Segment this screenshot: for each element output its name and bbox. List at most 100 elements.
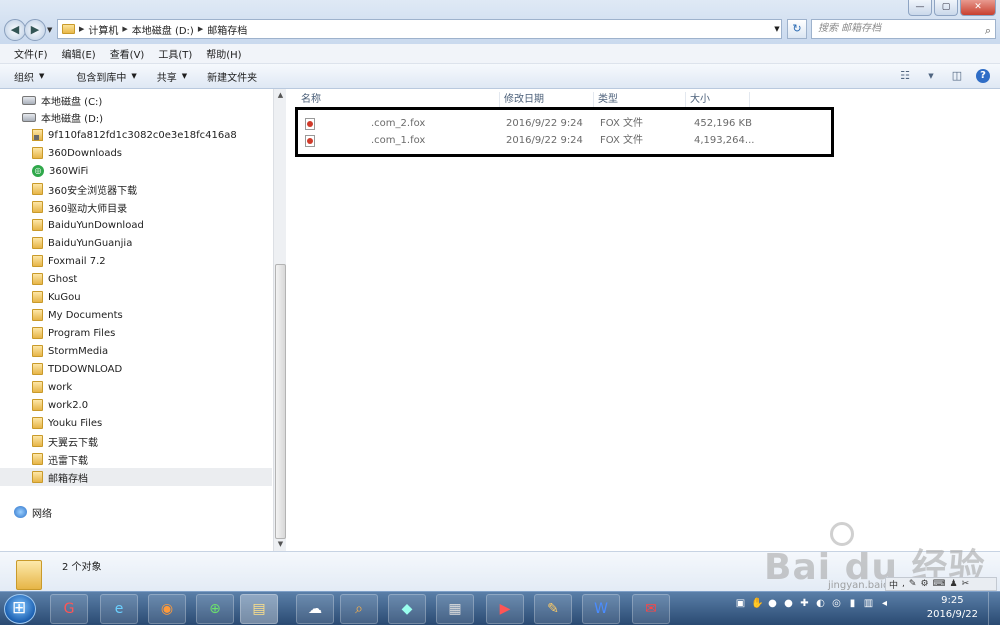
ime-mode[interactable]: 中 [889, 578, 898, 591]
nav-label: 邮箱存档 [48, 473, 88, 485]
nav-folder-item[interactable]: KuGou [0, 288, 272, 306]
tools-icon[interactable]: ✂ [962, 579, 970, 589]
chevron-right-icon[interactable]: ▶ [198, 25, 203, 33]
search-icon[interactable]: ⌕ [985, 22, 991, 40]
nav-folder-item[interactable]: BaiduYunGuanjia [0, 234, 272, 252]
tray-app-icon[interactable]: ✋ [751, 598, 763, 612]
nav-folder-item[interactable]: StormMedia [0, 342, 272, 360]
nav-folder-item[interactable]: 360安全浏览器下载 [0, 180, 272, 198]
pen-icon[interactable]: ✎ [909, 579, 917, 589]
taskbar-search-tool-icon[interactable]: ⌕ [340, 594, 378, 624]
tray-network-icon[interactable]: ▥ [863, 598, 874, 612]
taskbar-app-icon[interactable]: ◆ [388, 594, 426, 624]
nav-folder-item[interactable]: Foxmail 7.2 [0, 252, 272, 270]
nav-folder-item[interactable]: 邮箱存档 [0, 468, 272, 486]
chevron-right-icon[interactable]: ▶ [79, 25, 84, 33]
nav-folder-item[interactable]: Youku Files [0, 414, 272, 432]
taskbar-calculator-icon[interactable]: ▦ [436, 594, 474, 624]
column-name[interactable]: 名称 [297, 92, 500, 108]
nav-folder-item[interactable]: Program Files [0, 324, 272, 342]
column-modified[interactable]: 修改日期 [500, 92, 594, 108]
scroll-down-arrow[interactable]: ▼ [274, 538, 287, 551]
chevron-right-icon[interactable]: ▶ [122, 25, 127, 33]
search-input[interactable]: 搜索 邮箱存档 ⌕ [811, 19, 996, 39]
nav-folder-item[interactable]: My Documents [0, 306, 272, 324]
show-desktop-button[interactable] [988, 592, 1000, 625]
scroll-up-arrow[interactable]: ▲ [274, 89, 287, 102]
nav-item-network[interactable]: 网络 [0, 503, 272, 521]
menu-view[interactable]: 查看(V) [110, 46, 145, 61]
menu-tools[interactable]: 工具(T) [158, 46, 192, 61]
close-button[interactable]: ✕ [960, 0, 996, 16]
chevron-down-icon[interactable]: ▼ [924, 70, 938, 82]
menu-help[interactable]: 帮助(H) [206, 46, 241, 61]
address-field[interactable]: ▶ 计算机 ▶ 本地磁盘 (D:) ▶ 邮箱存档 [57, 19, 782, 39]
breadcrumb-computer[interactable]: 计算机 [88, 22, 118, 37]
nav-folder-item[interactable]: ◎ 360WiFi [0, 162, 272, 180]
tray-app-icon[interactable]: ◎ [831, 598, 842, 612]
tray-volume-icon[interactable]: ◂ [879, 598, 890, 612]
nav-folder-item[interactable]: work [0, 378, 272, 396]
breadcrumb-mail-archive[interactable]: 邮箱存档 [207, 22, 247, 37]
recent-pages-dropdown[interactable]: ▼ [47, 26, 52, 34]
annotation-highlight-box [295, 107, 834, 157]
nav-item-drive-d[interactable]: 本地磁盘 (D:) [0, 108, 272, 126]
minimize-button[interactable]: — [908, 0, 932, 16]
scroll-thumb[interactable] [275, 264, 286, 539]
column-type[interactable]: 类型 [594, 92, 686, 108]
settings-icon[interactable]: ⚙ [920, 579, 928, 589]
menu-file[interactable]: 文件(F) [14, 46, 48, 61]
wifi-icon: ◎ [32, 165, 44, 177]
taskbar-media-player-icon[interactable]: ▶ [486, 594, 524, 624]
punctuation-icon[interactable]: , [902, 579, 905, 589]
start-button[interactable] [4, 594, 36, 624]
taskbar-baidu-netdisk-icon[interactable]: ☁ [296, 594, 334, 624]
share-button[interactable]: 共享 ▼ [157, 69, 187, 84]
taskbar-360-security-icon[interactable]: ⊕ [196, 594, 234, 624]
organize-button[interactable]: 组织 ▼ [14, 69, 44, 84]
maximize-button[interactable]: ▢ [934, 0, 958, 16]
tray-app-icon[interactable]: ◐ [815, 598, 826, 612]
tray-app-icon[interactable]: ● [767, 598, 778, 612]
nav-label: 天翼云下载 [48, 437, 98, 449]
nav-folder-item[interactable]: BaiduYunDownload [0, 216, 272, 234]
preview-pane-icon[interactable]: ◫ [950, 70, 964, 82]
new-folder-button[interactable]: 新建文件夹 [207, 69, 257, 84]
nav-folder-item[interactable]: 360Downloads [0, 144, 272, 162]
help-icon[interactable]: ? [976, 69, 990, 83]
refresh-button[interactable]: ↻ [787, 19, 807, 39]
back-button[interactable]: ◀ [4, 19, 26, 41]
nav-scrollbar[interactable]: ▲ ▼ [273, 89, 286, 551]
address-dropdown[interactable]: ▼ [770, 19, 784, 39]
taskbar-firefox-icon[interactable]: ◉ [148, 594, 186, 624]
taskbar-clock[interactable]: 9:25 2016/9/22 [927, 594, 978, 622]
column-size[interactable]: 大小 [686, 92, 750, 108]
breadcrumb-drive-d[interactable]: 本地磁盘 (D:) [132, 22, 194, 37]
nav-folder-item[interactable]: 迅雷下载 [0, 450, 272, 468]
tray-app-icon[interactable]: ▮ [847, 598, 858, 612]
taskbar-foxmail-icon[interactable]: ✉ [632, 594, 670, 624]
forward-button[interactable]: ▶ [24, 19, 46, 41]
nav-folder-item[interactable]: 天翼云下载 [0, 432, 272, 450]
nav-folder-item[interactable]: 360驱动大师目录 [0, 198, 272, 216]
taskbar-explorer-icon[interactable]: ▤ [240, 594, 278, 624]
keyboard-icon[interactable]: ⌨ [933, 579, 946, 589]
nav-folder-item[interactable]: work2.0 [0, 396, 272, 414]
taskbar-paint-icon[interactable]: ✎ [534, 594, 572, 624]
nav-item-drive-c[interactable]: 本地磁盘 (C:) [0, 91, 272, 109]
include-in-library-button[interactable]: 包含到库中 ▼ [76, 69, 136, 84]
view-options-icon[interactable]: ☷ [898, 70, 912, 82]
tray-app-icon[interactable]: ▣ [735, 598, 746, 612]
user-icon[interactable]: ♟ [950, 579, 958, 589]
nav-folder-item[interactable]: TDDOWNLOAD [0, 360, 272, 378]
tray-app-icon[interactable]: ✚ [799, 598, 810, 612]
nav-label: 迅雷下载 [48, 455, 88, 467]
taskbar-word-icon[interactable]: W [582, 594, 620, 624]
network-icon [14, 506, 27, 518]
tray-app-icon[interactable]: ● [783, 598, 794, 612]
nav-folder-item[interactable]: Ghost [0, 270, 272, 288]
taskbar-360-browser-icon[interactable]: G [50, 594, 88, 624]
nav-folder-item[interactable]: 9f110fa812fd1c3082c0e3e18fc416a8 [0, 126, 272, 144]
menu-edit[interactable]: 编辑(E) [62, 46, 96, 61]
taskbar-ie-icon[interactable]: e [100, 594, 138, 624]
